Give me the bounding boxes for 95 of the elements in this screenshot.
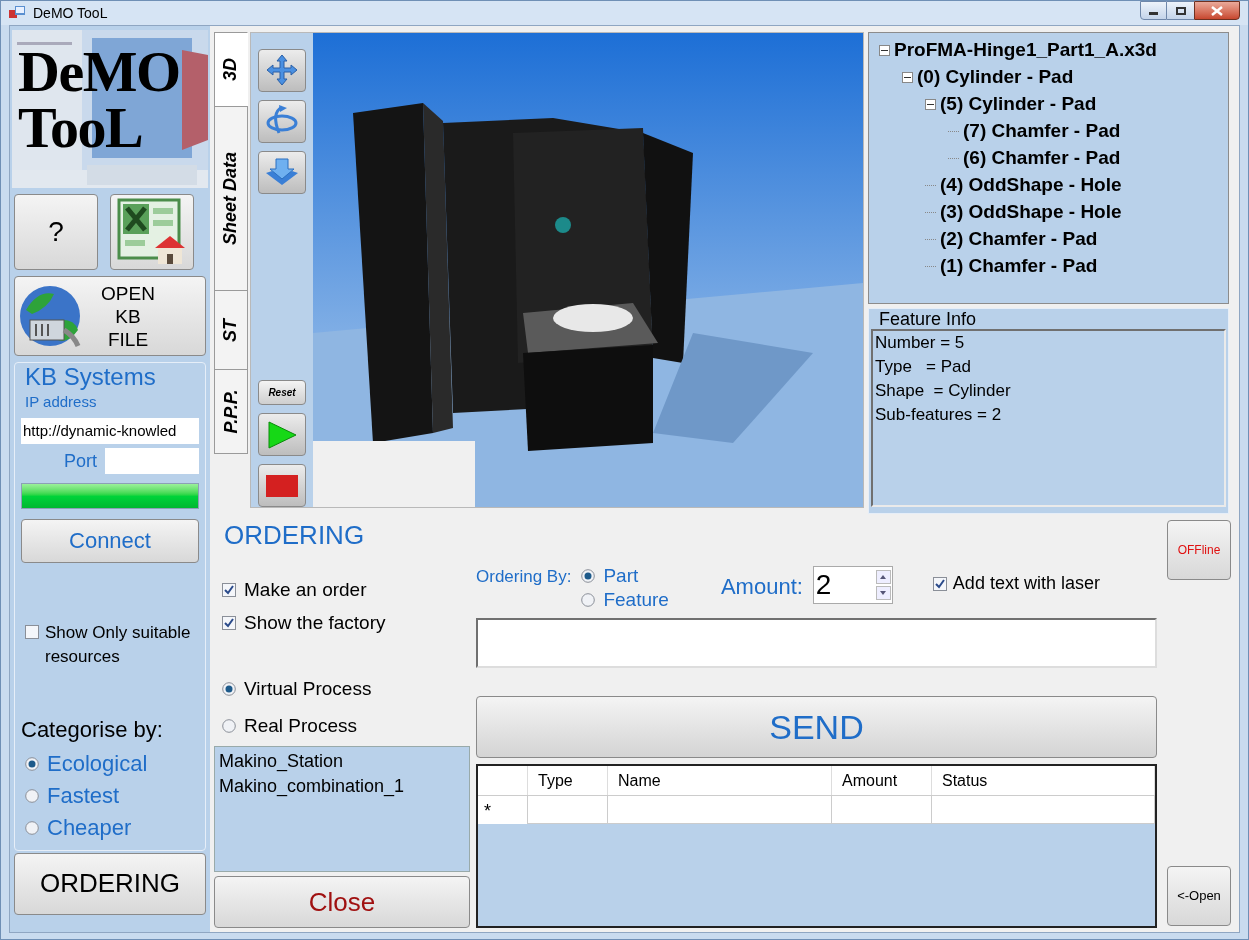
reset-button[interactable]: Reset xyxy=(258,379,306,406)
close-icon xyxy=(1211,5,1223,16)
radio-button[interactable] xyxy=(581,593,596,607)
column-header[interactable]: Name xyxy=(608,766,832,795)
option-label: Virtual Process xyxy=(244,677,372,701)
offline-button[interactable]: OFFline xyxy=(1167,520,1231,580)
stop-icon xyxy=(266,474,298,497)
resource-list[interactable]: Makino_Station Makino_combination_1 xyxy=(214,746,470,872)
minus-icon xyxy=(904,74,911,81)
radio-button[interactable] xyxy=(25,820,39,835)
amount-spinner[interactable]: 2 xyxy=(812,566,893,604)
help-button[interactable]: ? xyxy=(14,194,98,270)
tree-item[interactable]: (2) Chamfer - Pad xyxy=(940,225,1098,254)
stop-button[interactable] xyxy=(258,464,306,507)
option-label: Fastest xyxy=(47,782,120,810)
view-tab[interactable]: P.P.P. xyxy=(214,369,248,454)
spin-up-button[interactable] xyxy=(875,570,891,584)
option-label: Cheaper xyxy=(47,814,132,842)
view-tab[interactable]: Sheet Data xyxy=(214,106,248,291)
radio-button[interactable] xyxy=(25,788,39,803)
rotate-tool-button[interactable] xyxy=(258,99,306,143)
checkbox[interactable] xyxy=(222,583,236,598)
radio-button[interactable] xyxy=(222,718,236,733)
connect-button[interactable]: Connect xyxy=(21,518,199,563)
option-label: Feature xyxy=(603,587,669,612)
column-header[interactable]: Amount xyxy=(832,766,932,795)
checkbox[interactable] xyxy=(932,576,947,591)
ip-address-field[interactable]: http://dynamic-knowled xyxy=(21,417,199,444)
categorise-label: Categorise by: xyxy=(21,715,164,744)
table-cell[interactable] xyxy=(528,796,608,824)
table-cell[interactable] xyxy=(832,796,932,824)
ordering-button[interactable]: ORDERING xyxy=(14,852,206,915)
tree-item[interactable]: (5) Cylinder - Pad xyxy=(940,90,1097,119)
radio-button[interactable] xyxy=(25,756,39,771)
radio-button[interactable] xyxy=(581,569,596,583)
window-title: DeMO TooL xyxy=(33,3,108,23)
order-text-field[interactable] xyxy=(476,618,1157,668)
open-button[interactable]: <-Open xyxy=(1167,866,1231,926)
minus-icon xyxy=(881,47,888,54)
move-icon xyxy=(265,53,299,88)
tree-item[interactable]: (6) Chamfer - Pad xyxy=(963,144,1121,173)
field-label: IP address xyxy=(25,392,98,412)
open-kb-file-button[interactable]: OPEN KB FILE xyxy=(14,276,206,356)
tree-item[interactable]: ProFMA-Hinge1_Part1_A.x3d xyxy=(894,36,1157,65)
column-header[interactable]: Status xyxy=(932,766,1155,795)
collapse-toggle[interactable] xyxy=(879,45,890,56)
minus-icon xyxy=(927,101,934,108)
group-title: KB Systems xyxy=(24,363,157,391)
app-icon xyxy=(9,6,25,20)
close-button[interactable]: Close xyxy=(214,876,470,928)
play-button[interactable] xyxy=(258,413,306,456)
collapse-toggle[interactable] xyxy=(902,72,913,83)
option-label: Make an order xyxy=(244,578,367,602)
collapse-toggle[interactable] xyxy=(925,99,936,110)
column-header[interactable]: Type xyxy=(528,766,608,795)
tree-item[interactable]: (4) OddShape - Hole xyxy=(940,171,1122,200)
option-label: Part xyxy=(603,563,639,588)
maximize-button[interactable] xyxy=(1167,1,1194,20)
amount-label: Amount: xyxy=(720,573,803,601)
spin-down-button[interactable] xyxy=(875,586,891,600)
move-tool-button[interactable] xyxy=(258,49,306,92)
view-tab[interactable]: 3D xyxy=(214,32,248,107)
send-button[interactable]: SEND xyxy=(476,696,1157,758)
zoom-tool-button[interactable] xyxy=(258,150,306,194)
option-label: Add text with laser xyxy=(952,572,1100,595)
close-button[interactable] xyxy=(1194,1,1240,20)
minimize-button[interactable] xyxy=(1140,1,1167,20)
option-label: Show the factory xyxy=(244,610,386,635)
option-label: Show Only suitable resources xyxy=(45,621,192,668)
option-label: Ecological xyxy=(47,750,148,778)
logo-text: TooL xyxy=(18,100,144,156)
option-label: Real Process xyxy=(244,713,357,738)
up-arrow-icon xyxy=(880,575,887,579)
play-icon xyxy=(267,420,297,449)
list-item[interactable]: Makino_combination_1 xyxy=(219,774,465,799)
tree-item[interactable]: (7) Chamfer - Pad xyxy=(963,117,1121,146)
logo-text: DeMO xyxy=(18,44,181,100)
checkbox[interactable] xyxy=(222,615,236,630)
group-title: ORDERING xyxy=(223,520,366,550)
tree-item[interactable]: (3) OddShape - Hole xyxy=(940,198,1122,227)
field-label: Port xyxy=(63,449,98,473)
tree-item[interactable]: (0) Cylinder - Pad xyxy=(917,63,1074,92)
checkbox[interactable] xyxy=(25,624,39,639)
list-item[interactable]: Makino_Station xyxy=(219,749,465,774)
radio-button[interactable] xyxy=(222,682,236,697)
group-title: Feature Info xyxy=(878,309,978,329)
feature-info-box: Number = 5 Type = Pad Shape = Cylinder Sub-features = 2 xyxy=(871,329,1226,507)
table-cell[interactable] xyxy=(932,796,1155,824)
spreadsheet-button[interactable] xyxy=(110,194,194,270)
ordering-by-label: Ordering By: xyxy=(476,566,572,588)
down-arrow-icon xyxy=(880,591,887,595)
tree-item[interactable]: (1) Chamfer - Pad xyxy=(940,252,1098,281)
view-tab[interactable]: ST xyxy=(214,290,248,370)
table-cell[interactable] xyxy=(608,796,832,824)
port-field[interactable] xyxy=(105,448,199,474)
